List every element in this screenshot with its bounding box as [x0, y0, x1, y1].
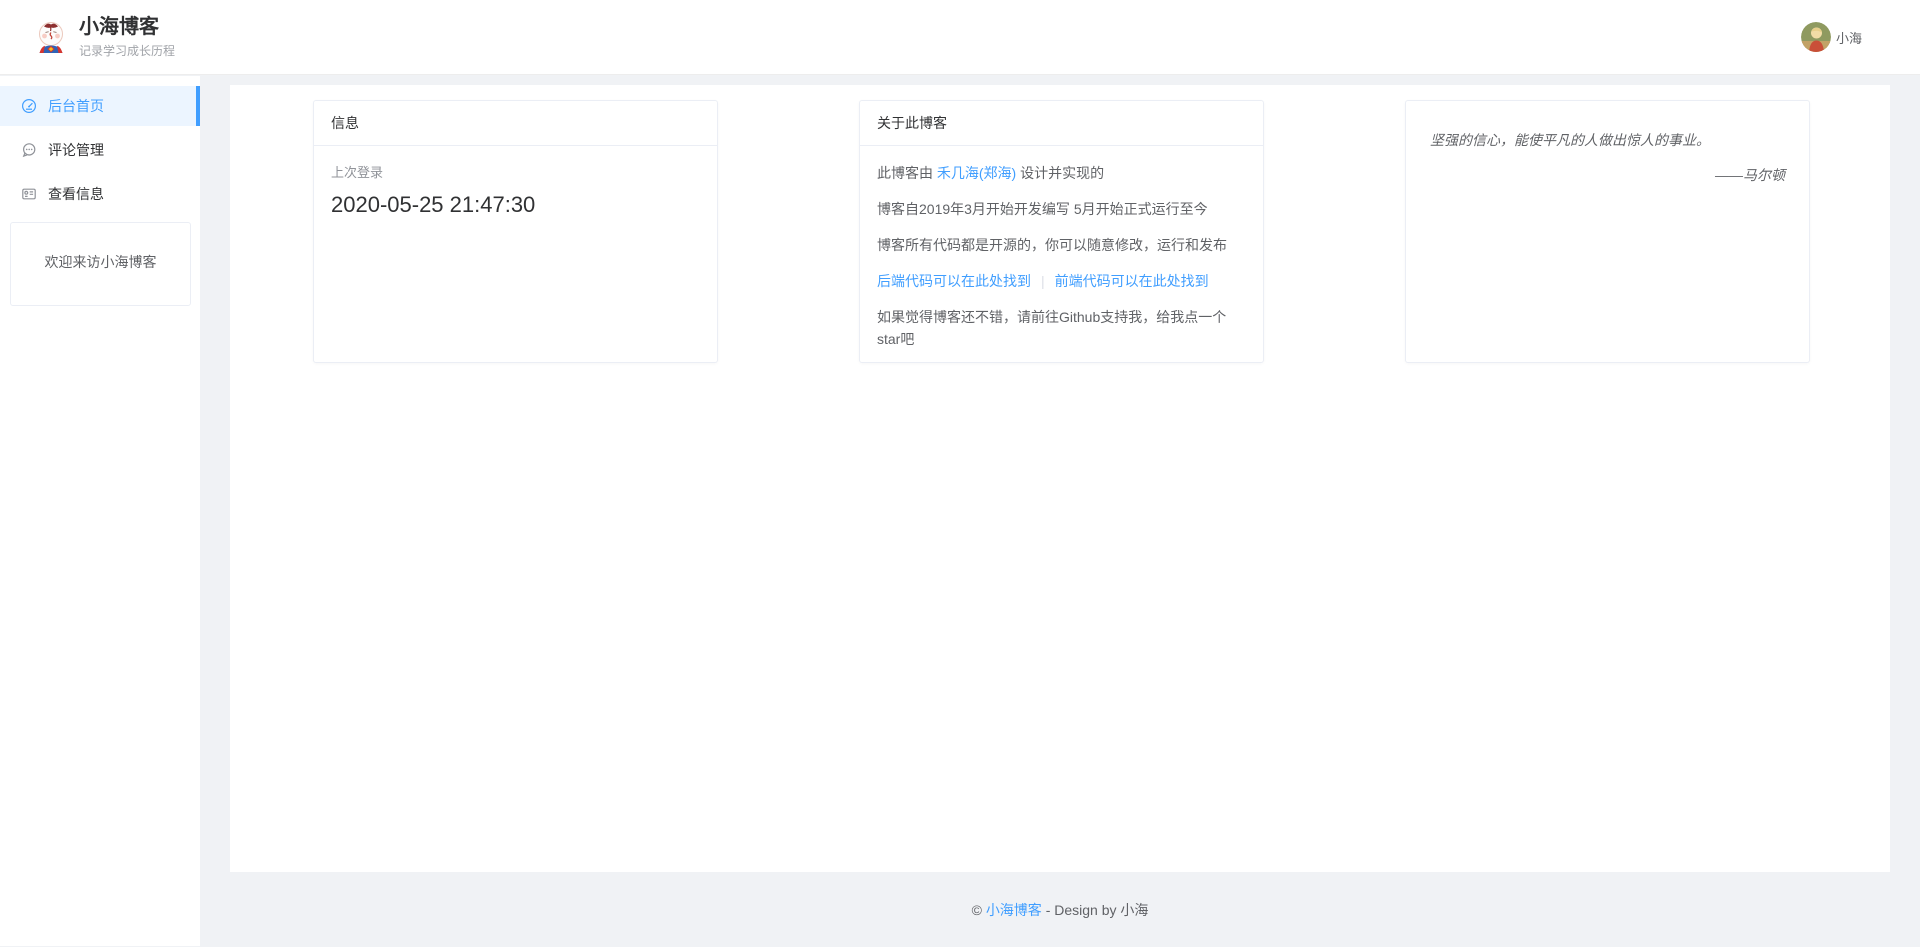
footer-middle-text: - Design by [1042, 902, 1121, 918]
about-line-opensource: 博客所有代码都是开源的，你可以随意修改，运行和发布 [877, 234, 1246, 256]
quote-text: 坚强的信心，能使平凡的人做出惊人的事业。 [1430, 130, 1785, 150]
user-menu[interactable]: 小海 [1801, 22, 1862, 52]
sidebar-item-view-info[interactable]: 查看信息 [0, 174, 200, 214]
odometer-icon [21, 98, 37, 114]
about-line-author: 此博客由 禾几海(郑海) 设计并实现的 [877, 162, 1246, 184]
about-line1-suffix: 设计并实现的 [1016, 165, 1104, 181]
sidebar: 后台首页 评论管理 查看信息 [0, 76, 200, 946]
about-card-body: 此博客由 禾几海(郑海) 设计并实现的 博客自2019年3月开始开发编写 5月开… [860, 146, 1263, 380]
about-card-title: 关于此博客 [860, 101, 1263, 146]
sidebar-item-label: 后台首页 [48, 96, 104, 116]
main-panel: 信息 上次登录 2020-05-25 21:47:30 关于此博客 此博客由 禾… [230, 85, 1890, 872]
about-line1-prefix: 此博客由 [877, 165, 937, 181]
brand-logo-block[interactable]: 小海博客 记录学习成长历程 [33, 15, 175, 59]
last-login-value: 2020-05-25 21:47:30 [331, 192, 700, 218]
info-card-title: 信息 [314, 101, 717, 146]
cards-row: 信息 上次登录 2020-05-25 21:47:30 关于此博客 此博客由 禾… [230, 85, 1890, 363]
sidebar-item-label: 查看信息 [48, 184, 104, 204]
footer-author: 小海 [1120, 900, 1148, 920]
sidebar-item-dashboard[interactable]: 后台首页 [0, 86, 200, 126]
footer-site-link[interactable]: 小海博客 [986, 900, 1042, 920]
last-login-label: 上次登录 [331, 162, 700, 181]
info-card-body: 上次登录 2020-05-25 21:47:30 [314, 146, 717, 234]
site-title: 小海博客 [79, 15, 175, 39]
link-separator: | [1041, 273, 1045, 289]
backend-code-link[interactable]: 后端代码可以在此处找到 [877, 273, 1031, 289]
app-header: 小海博客 记录学习成长历程 小海 [0, 0, 1920, 75]
about-line-history: 博客自2019年3月开始开发编写 5月开始正式运行至今 [877, 198, 1246, 220]
welcome-text: 欢迎来访小海博客 [45, 254, 157, 270]
frontend-code-link[interactable]: 前端代码可以在此处找到 [1055, 273, 1209, 289]
sidebar-menu: 后台首页 评论管理 查看信息 [0, 76, 200, 214]
welcome-box: 欢迎来访小海博客 [10, 222, 191, 306]
id-card-icon [21, 186, 37, 202]
author-link[interactable]: 禾几海(郑海) [937, 165, 1016, 181]
user-avatar [1801, 22, 1831, 52]
page-footer: © 小海博客 - Design by 小海 [230, 872, 1890, 947]
sidebar-item-label: 评论管理 [48, 140, 104, 160]
info-card: 信息 上次登录 2020-05-25 21:47:30 [313, 100, 718, 363]
quote-card: 坚强的信心，能使平凡的人做出惊人的事业。 ——马尔顿 [1405, 100, 1810, 363]
about-card: 关于此博客 此博客由 禾几海(郑海) 设计并实现的 博客自2019年3月开始开发… [859, 100, 1264, 363]
quote-author: ——马尔顿 [1430, 165, 1785, 185]
about-line-code-links: 后端代码可以在此处找到 | 前端代码可以在此处找到 [877, 270, 1246, 292]
user-name: 小海 [1836, 28, 1862, 47]
site-logo-icon [33, 19, 69, 55]
about-line-github: 如果觉得博客还不错，请前往Github支持我，给我点一个star吧 [877, 306, 1246, 350]
brand-text: 小海博客 记录学习成长历程 [79, 15, 175, 59]
content-area: 信息 上次登录 2020-05-25 21:47:30 关于此博客 此博客由 禾… [200, 76, 1920, 946]
footer-copyright: © [972, 902, 986, 918]
sidebar-item-comments[interactable]: 评论管理 [0, 130, 200, 170]
chat-bubble-icon [21, 142, 37, 158]
site-subtitle: 记录学习成长历程 [79, 42, 175, 59]
